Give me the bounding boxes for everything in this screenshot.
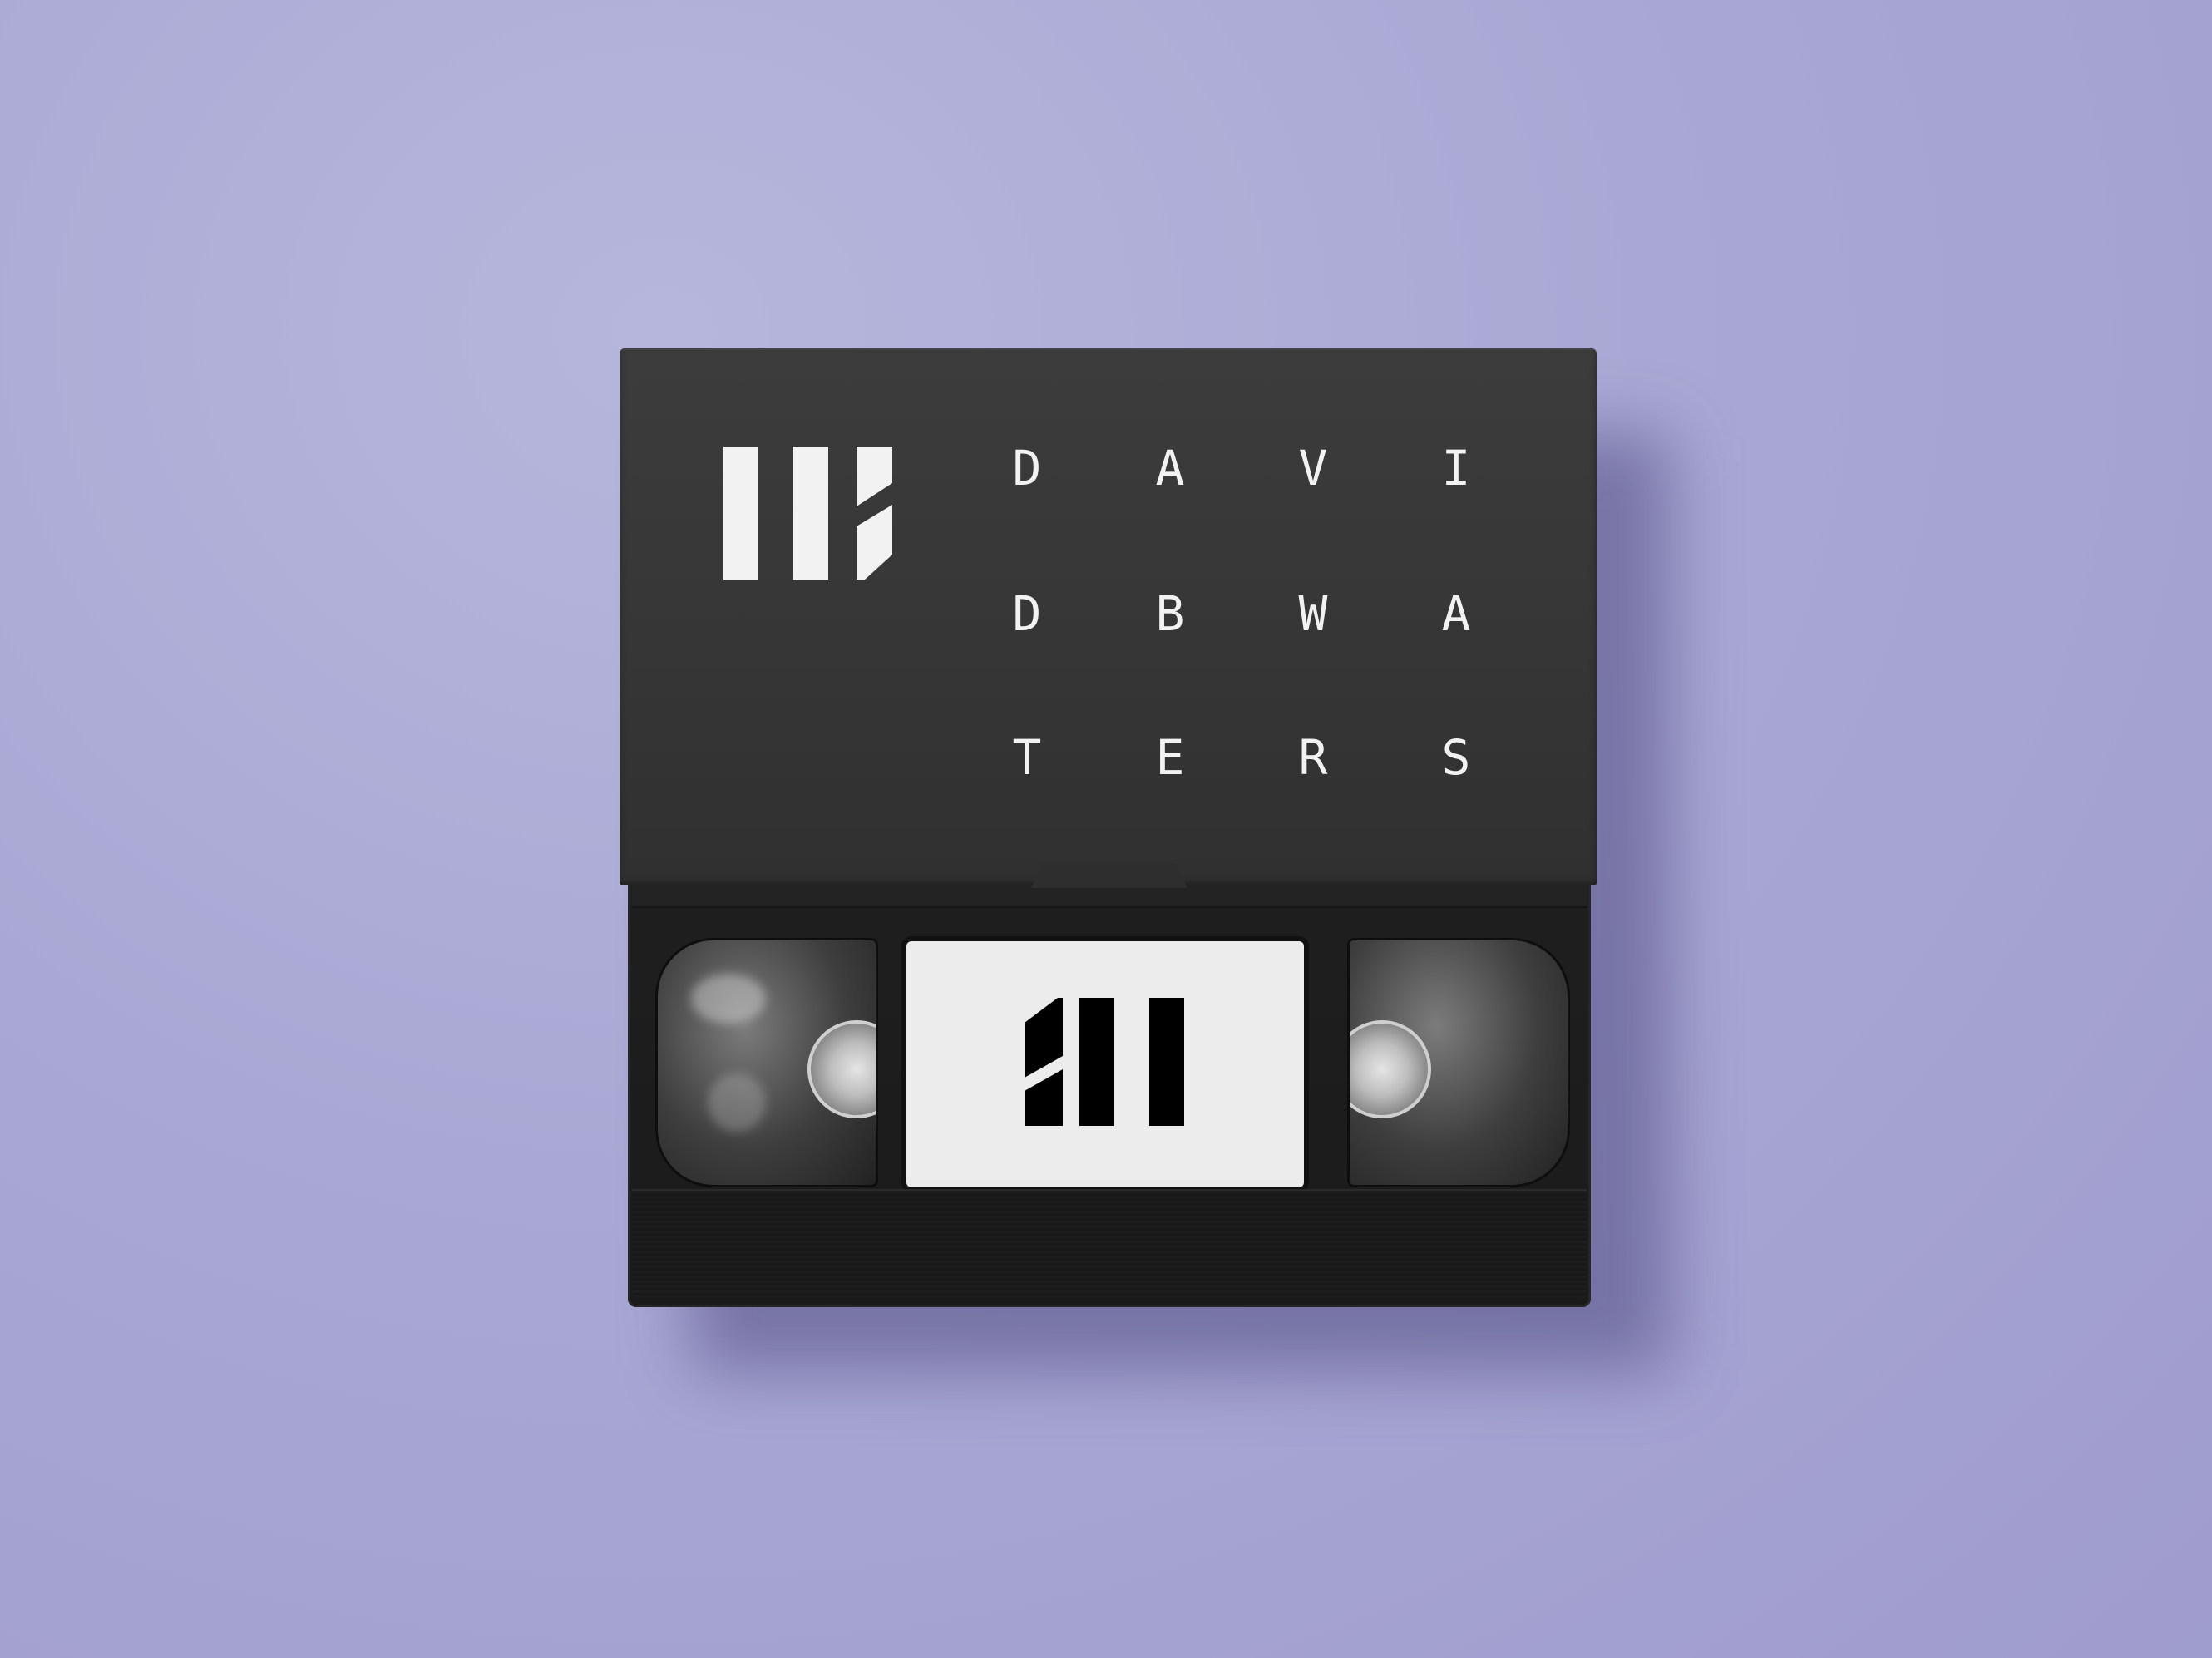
cassette-top-rim xyxy=(632,885,1587,908)
left-reel-window xyxy=(655,938,878,1187)
name-letter: T xyxy=(1012,729,1042,786)
name-letter: R xyxy=(1298,729,1328,786)
name-letter: I xyxy=(1441,440,1471,496)
window-glare xyxy=(708,1073,766,1132)
window-glare xyxy=(691,974,766,1024)
sleeve-name-grid: D A V I D B W A T E R S xyxy=(998,431,1530,786)
sleeve-notch xyxy=(1031,863,1187,888)
name-letter: D xyxy=(1012,440,1042,496)
right-tape-reel xyxy=(1350,1020,1431,1118)
name-letter: W xyxy=(1298,585,1328,642)
name-letter: V xyxy=(1298,440,1328,496)
name-letter: D xyxy=(1012,585,1042,642)
name-letter: E xyxy=(1155,729,1185,786)
name-letter: A xyxy=(1155,440,1185,496)
name-letter: S xyxy=(1441,729,1471,786)
vhs-mockup-scene: D A V I D B W A T E R S xyxy=(0,0,2212,1658)
right-reel-window xyxy=(1347,938,1570,1187)
cassette-bottom-ridges xyxy=(632,1189,1587,1299)
dbw-monogram-icon xyxy=(1025,998,1184,1126)
left-tape-reel xyxy=(807,1020,876,1118)
dbw-monogram-icon xyxy=(723,447,892,580)
name-letter: B xyxy=(1155,585,1185,642)
name-letter: A xyxy=(1441,585,1471,642)
